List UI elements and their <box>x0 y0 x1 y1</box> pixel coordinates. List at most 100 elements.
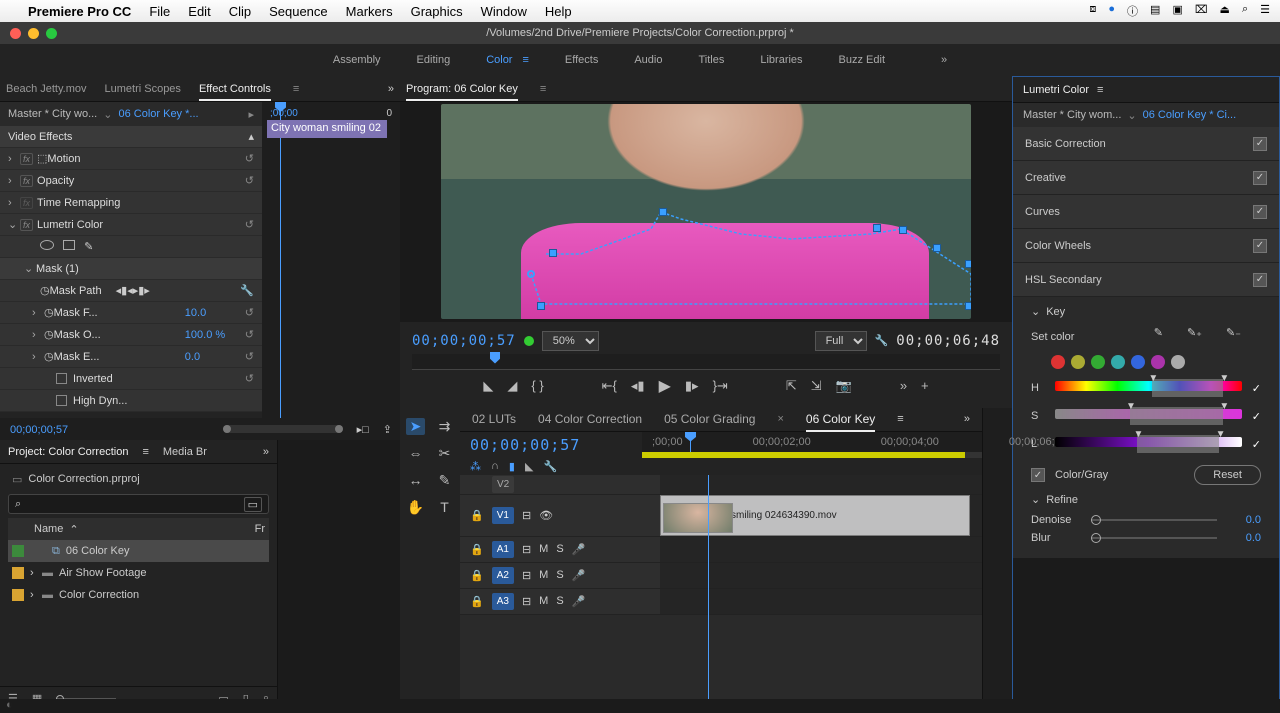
menu-clip[interactable]: Clip <box>229 4 251 19</box>
mask-feather-row[interactable]: ›◷ Mask F... 10.0 ↺ <box>0 302 262 324</box>
close-tab-icon[interactable]: × <box>777 413 783 425</box>
reset-icon[interactable]: ↺ <box>245 218 254 231</box>
panel-menu-icon[interactable]: ≡ <box>293 83 299 95</box>
step-fwd-icon[interactable]: ▮▸ <box>685 378 699 394</box>
section-toggle[interactable]: ✓ <box>1253 137 1267 151</box>
blur-param[interactable]: Blur 0.0 <box>1031 532 1261 544</box>
button-editor-icon[interactable]: » <box>900 378 907 393</box>
eyedropper-sub-icon[interactable]: ✎₋ <box>1226 326 1241 339</box>
mark-out-icon[interactable]: ◢ <box>507 378 517 394</box>
mask-vertex[interactable] <box>965 260 971 268</box>
workspace-menu-icon[interactable]: ≡ <box>522 54 528 66</box>
eyedropper-icon[interactable]: ✎ <box>1154 326 1163 339</box>
mask-vertex[interactable] <box>549 249 557 257</box>
type-tool-icon[interactable]: T <box>435 499 454 516</box>
play-icon[interactable]: ▶ <box>659 376 671 396</box>
lock-icon[interactable]: 🔒 <box>470 595 484 608</box>
timeline-timecode[interactable]: 00;00;00;57 <box>470 436 580 454</box>
project-item-06-color-key[interactable]: ⧉ 06 Color Key <box>8 540 269 562</box>
tab-media-browser[interactable]: Media Br <box>163 446 207 458</box>
sat-slider[interactable]: S ▼▼ ✓ <box>1031 409 1261 423</box>
reset-icon[interactable]: ↺ <box>245 306 254 319</box>
lum-master[interactable]: Master * City wom... <box>1023 109 1121 121</box>
panel-overflow-icon[interactable]: » <box>263 446 269 458</box>
panel-menu-icon[interactable]: ≡ <box>540 83 546 95</box>
marker-icon[interactable]: ▮ <box>509 460 515 473</box>
audio-meter[interactable] <box>982 408 1012 713</box>
track-fwd-icon[interactable]: ▮▸ <box>138 284 150 297</box>
color-red[interactable] <box>1051 355 1065 369</box>
linked-sel-icon[interactable]: ∩ <box>491 460 499 473</box>
tab-05-cg[interactable]: 05 Color Grading <box>664 412 755 426</box>
project-columns[interactable]: Name ⌃ Fr <box>8 518 269 540</box>
section-toggle[interactable]: ✓ <box>1253 171 1267 185</box>
tab-effect-controls[interactable]: Effect Controls <box>199 83 271 101</box>
lum-refine-header[interactable]: ⌄Refine <box>1031 493 1261 506</box>
reset-icon[interactable]: ↺ <box>245 372 254 385</box>
selection-tool-icon[interactable]: ➤ <box>406 418 425 435</box>
minimize-button[interactable] <box>28 28 39 39</box>
stopwatch-icon[interactable]: ◷ <box>44 328 54 341</box>
effect-time-remapping[interactable]: ›fx Time Remapping <box>0 192 262 214</box>
mute-icon[interactable]: M <box>539 569 548 581</box>
ec-timeline-area[interactable]: ;00;00 0 City woman smiling 02 <box>262 102 400 418</box>
workspace-editing[interactable]: Editing <box>417 54 451 66</box>
program-ruler[interactable] <box>412 354 1000 370</box>
color-blue[interactable] <box>1131 355 1145 369</box>
mask-vertex[interactable] <box>933 244 941 252</box>
mask-vertex[interactable] <box>899 226 907 234</box>
reset-button[interactable]: Reset <box>1194 465 1261 485</box>
lum-color-wheels[interactable]: Color Wheels ✓ <box>1013 229 1279 263</box>
solo-icon[interactable]: S <box>556 569 563 581</box>
video-effects-header[interactable]: Video Effects ▴ <box>0 126 262 148</box>
workspace-color[interactable]: Color <box>486 54 512 66</box>
effect-opacity[interactable]: ›fx Opacity ↺ <box>0 170 262 192</box>
ec-master-label[interactable]: Master * City wo... <box>8 108 97 120</box>
program-viewer[interactable] <box>400 102 1012 322</box>
mask-feather-value[interactable]: 10.0 <box>185 307 245 319</box>
workspace-titles[interactable]: Titles <box>698 54 724 66</box>
settings-icon[interactable]: ◣ <box>525 460 533 473</box>
lock-icon[interactable]: 🔒 <box>470 543 484 556</box>
zoom-select[interactable]: 50% <box>542 331 599 351</box>
track-target[interactable]: V1 <box>492 507 514 524</box>
wrench-icon[interactable]: 🔧 <box>240 284 254 297</box>
eject-icon[interactable]: ⏏ <box>1220 3 1230 19</box>
display-icon[interactable]: ▤ <box>1150 3 1160 19</box>
sort-icon[interactable]: ⌃ <box>69 523 78 536</box>
mark-clip-icon[interactable]: { } <box>531 378 543 393</box>
track-v1[interactable]: 🔒 V1 ⊟ 👁 fx City woman smiling 024634390… <box>460 495 982 537</box>
solo-icon[interactable]: S <box>556 595 563 607</box>
expand-icon[interactable]: ▸□ <box>351 423 375 436</box>
timeline-playhead[interactable] <box>690 432 691 452</box>
panel-menu-icon[interactable]: ≡ <box>897 413 903 425</box>
col-fr[interactable]: Fr <box>255 523 265 535</box>
checkbox-inverted[interactable] <box>56 373 67 384</box>
project-item-air-show[interactable]: › ▬ Air Show Footage <box>8 562 269 584</box>
export-frame-icon[interactable]: 📷 <box>836 378 852 394</box>
track-a2[interactable]: 🔒 A2 ⊟ M S 🎤 <box>460 563 982 589</box>
filter-icon[interactable]: ▭ <box>244 497 262 512</box>
reset-icon[interactable]: ↺ <box>245 152 254 165</box>
reset-icon[interactable]: ↺ <box>245 174 254 187</box>
ec-zoom-slider[interactable] <box>223 425 343 433</box>
program-playhead[interactable] <box>490 352 500 364</box>
mute-icon[interactable]: M <box>539 543 548 555</box>
zoom-button[interactable] <box>46 28 57 39</box>
checkbox-highdyn[interactable] <box>56 395 67 406</box>
menu-help[interactable]: Help <box>545 4 572 19</box>
sync-lock-icon[interactable]: ⊟ <box>522 543 531 556</box>
razor-tool-icon[interactable]: ✂ <box>435 445 454 462</box>
color-magenta[interactable] <box>1151 355 1165 369</box>
workspace-buzzedit[interactable]: Buzz Edit <box>839 54 885 66</box>
slip-tool-icon[interactable]: ↔ <box>406 472 425 489</box>
ec-clip[interactable]: City woman smiling 02 <box>267 120 387 138</box>
pen-mask-icon[interactable]: ✎ <box>84 240 93 253</box>
airplay-icon[interactable]: ⌧ <box>1195 3 1208 19</box>
voiceover-icon[interactable]: 🎤 <box>572 595 586 608</box>
workspace-effects[interactable]: Effects <box>565 54 598 66</box>
hue-slider[interactable]: H ▼▼ ✓ <box>1031 381 1261 395</box>
mask-expansion-value[interactable]: 0.0 <box>185 351 245 363</box>
track-a1[interactable]: 🔒 A1 ⊟ M S 🎤 <box>460 537 982 563</box>
track-a3[interactable]: 🔒 A3 ⊟ M S 🎤 <box>460 589 982 615</box>
